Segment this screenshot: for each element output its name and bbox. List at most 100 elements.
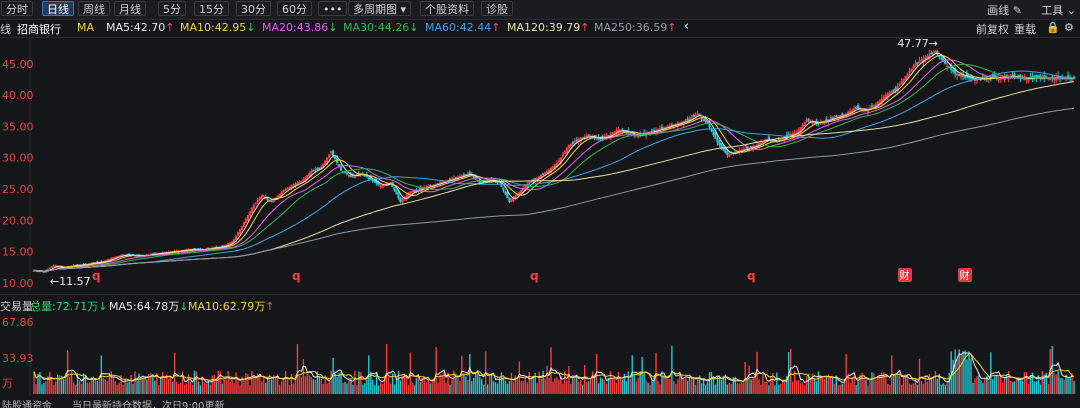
volume-bar-up <box>960 354 962 394</box>
volume-bar-down <box>96 380 99 394</box>
volume-bar-down <box>633 374 635 394</box>
volume-bar-down <box>865 380 867 394</box>
candle-down <box>650 130 654 133</box>
reset-button[interactable]: 重载 <box>1014 21 1036 37</box>
volume-bar-up <box>1025 372 1028 394</box>
tools-button[interactable]: 工具 ⌄ <box>1041 2 1076 18</box>
price-chart[interactable]: 45.00 40.00 35.00 30.00 25.00 20.00 15.00 10.00… <box>0 38 1080 294</box>
volume-bar-up <box>873 373 875 394</box>
volume-bar-down <box>449 384 451 394</box>
multi-period-dropdown[interactable]: 多周期图 ▾ <box>348 1 412 16</box>
volume-bar-down <box>479 377 481 394</box>
volume-bar-up <box>116 384 118 394</box>
volume-bar-down <box>576 374 578 394</box>
ma-legend-bar: 线 招商银行 MA MA5:42.70↑ MA10:42.95↓ MA20:43… <box>0 19 1080 38</box>
tab-15min[interactable]: 15分 <box>194 1 229 16</box>
tab-60min[interactable]: 60分 <box>277 1 312 16</box>
tab-weekly[interactable]: 周线 <box>78 1 110 16</box>
tab-5min[interactable]: 5分 <box>158 1 186 16</box>
volume-bar-up <box>867 385 869 394</box>
volume-bar-up <box>72 382 75 394</box>
volume-bar-down <box>506 383 509 394</box>
volume-bar-down <box>413 385 416 394</box>
volume-bar-down <box>651 379 653 394</box>
volume-bar-down <box>490 374 493 394</box>
stock-info-button[interactable]: 个股资料 <box>420 1 474 16</box>
settings-icon[interactable]: ⚙ <box>1064 21 1074 34</box>
volume-bar-up <box>282 377 285 394</box>
volume-bar-up <box>756 351 758 394</box>
volume-bar-up <box>53 384 55 394</box>
candle-down <box>670 124 673 127</box>
dividend-marker[interactable]: q <box>747 269 756 283</box>
volume-bar-up <box>730 383 732 394</box>
tab-30min[interactable]: 30分 <box>236 1 271 16</box>
volume-bar-down <box>599 377 602 394</box>
volume-bar-down <box>57 374 59 394</box>
volume-bar-up <box>488 374 491 394</box>
volume-bar-up <box>530 378 532 394</box>
volume-bar-down <box>893 375 895 394</box>
volume-bar-up <box>49 372 51 394</box>
volume-bar-down <box>146 379 148 394</box>
volume-bar-down <box>221 383 223 394</box>
volume-bar-up <box>302 358 305 394</box>
diagnose-button[interactable]: 诊股 <box>481 1 513 16</box>
volume-bar-up <box>538 371 540 394</box>
dividend-marker[interactable]: q <box>292 269 301 283</box>
volume-ma5: MA5:64.78万↓ <box>109 300 189 313</box>
volume-bar-down <box>352 384 354 394</box>
volume-bar-down <box>968 351 970 394</box>
candle-down <box>454 176 458 179</box>
volume-bar-up <box>360 372 362 394</box>
volume-bar-up <box>839 384 841 394</box>
tab-daily[interactable]: 日线 <box>42 1 74 16</box>
dividend-marker[interactable]: q <box>530 269 539 283</box>
lock-icon[interactable]: 🔒 <box>1046 21 1060 34</box>
candle-down <box>448 178 452 181</box>
volume-bar-up <box>300 377 303 394</box>
restore-right-button[interactable]: 前复权 <box>976 21 1009 37</box>
tab-monthly[interactable]: 月线 <box>114 1 146 16</box>
draw-line-button[interactable]: 画线 ✎ <box>987 2 1022 18</box>
volume-chart[interactable]: 67.86 33.93 万 <box>0 314 1080 398</box>
volume-bar-up <box>435 346 437 394</box>
volume-bar-up <box>946 380 948 394</box>
more-periods-button[interactable]: ••• <box>318 1 348 16</box>
volume-bar-up <box>924 375 927 394</box>
volume-bar-up <box>744 361 746 394</box>
report-marker[interactable]: 财 <box>900 269 910 282</box>
candle-down <box>587 134 590 137</box>
ma-label[interactable]: MA <box>77 21 94 34</box>
volume-bar-up <box>296 344 299 394</box>
dividend-marker[interactable]: q <box>92 269 101 283</box>
volume-bar-up <box>657 381 659 394</box>
volume-bar-up <box>885 374 887 394</box>
volume-bar-down <box>475 371 477 394</box>
footer-bar: 陆股通资金 当日最新持仓数据，次日9:00更新 <box>0 398 1080 408</box>
volume-bar-down <box>776 372 778 394</box>
volume-bar-down <box>980 380 982 394</box>
volume-bar-up <box>231 379 233 394</box>
volume-bar-up <box>169 378 172 394</box>
volume-bar-down <box>841 383 843 394</box>
candle-down <box>534 178 537 181</box>
volume-bar-up <box>803 385 806 394</box>
volume-bar-up <box>179 382 182 394</box>
volume-bar-up <box>443 371 445 394</box>
report-marker[interactable]: 财 <box>960 269 970 282</box>
volume-bar-down <box>746 379 748 394</box>
volume-bar-down <box>720 380 723 394</box>
ma10-line <box>33 54 1075 272</box>
volume-bar-down <box>508 381 511 394</box>
volume-bar-up <box>459 380 461 394</box>
tab-intraday[interactable]: 分时 <box>1 1 33 16</box>
volume-bar-down <box>966 359 968 394</box>
volume-bar-up <box>613 378 616 394</box>
volume-bar-down <box>542 370 544 394</box>
volume-bar-up <box>998 376 1000 394</box>
volume-bar-down <box>271 379 273 394</box>
volume-bar-down <box>706 382 709 394</box>
collapse-legend-button[interactable]: ‹ <box>684 19 689 34</box>
volume-bar-down <box>942 383 944 394</box>
